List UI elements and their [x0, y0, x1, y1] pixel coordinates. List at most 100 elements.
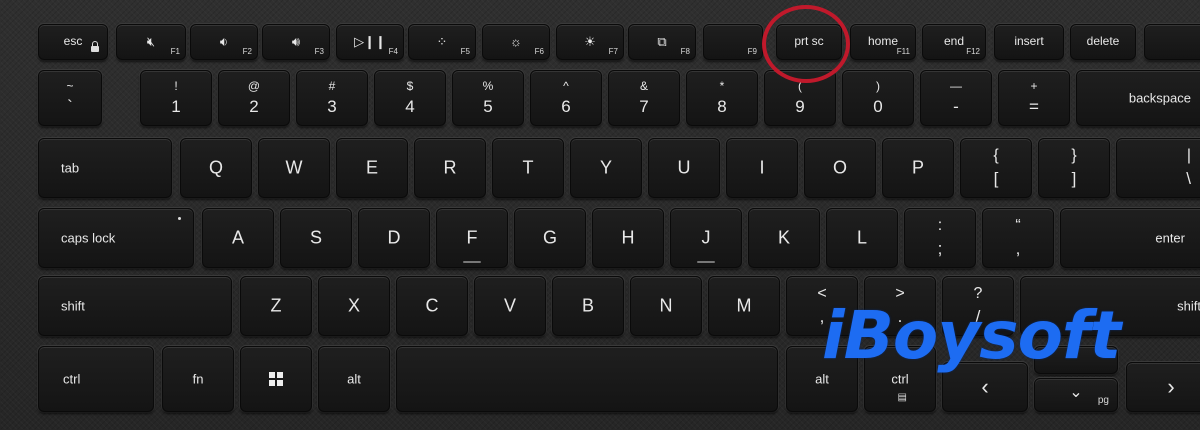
- alt-right-key[interactable]: alt: [786, 346, 858, 412]
- digit-3-label: 3: [327, 97, 337, 116]
- f2-key[interactable]: 🔉︎ F2: [190, 24, 258, 60]
- key-o[interactable]: O: [804, 138, 876, 198]
- key-4[interactable]: $ 4: [374, 70, 446, 126]
- tab-label: tab: [61, 160, 80, 176]
- quote-key[interactable]: “ ‚: [982, 208, 1054, 268]
- minus-key[interactable]: — -: [920, 70, 992, 126]
- j-label: J: [701, 227, 711, 248]
- key-k[interactable]: K: [748, 208, 820, 268]
- arrow-up-key[interactable]: [1034, 346, 1118, 374]
- key-j[interactable]: J: [670, 208, 742, 268]
- ctrl-right-key[interactable]: ctrl ▤: [864, 346, 936, 412]
- digit-2-label: 2: [249, 97, 259, 116]
- key-t[interactable]: T: [492, 138, 564, 198]
- key-s[interactable]: S: [280, 208, 352, 268]
- b-label: B: [581, 295, 594, 316]
- end-key[interactable]: end F12: [922, 24, 986, 60]
- ampersand-label: &: [639, 79, 648, 93]
- f7-key[interactable]: ☀ F7: [556, 24, 624, 60]
- key-b[interactable]: B: [552, 276, 624, 336]
- key-g[interactable]: G: [514, 208, 586, 268]
- key-r[interactable]: R: [414, 138, 486, 198]
- digit-9-label: 9: [795, 97, 805, 116]
- f4-key[interactable]: ▷❙❙ F4: [336, 24, 404, 60]
- arrow-right-icon: ›: [1167, 374, 1175, 399]
- key-c[interactable]: C: [396, 276, 468, 336]
- backspace-key[interactable]: backspace: [1076, 70, 1200, 126]
- semicolon-key[interactable]: : ;: [904, 208, 976, 268]
- key-2[interactable]: @ 2: [218, 70, 290, 126]
- key-h[interactable]: H: [592, 208, 664, 268]
- key-v[interactable]: V: [474, 276, 546, 336]
- slash-key[interactable]: ? /: [942, 276, 1014, 336]
- arrow-right-key[interactable]: ›: [1126, 362, 1200, 412]
- delete-key[interactable]: delete: [1070, 24, 1136, 60]
- key-3[interactable]: # 3: [296, 70, 368, 126]
- key-6[interactable]: ^ 6: [530, 70, 602, 126]
- greater-than-label: >: [895, 285, 905, 302]
- shift-right-label: shift: [1177, 298, 1200, 314]
- key-i[interactable]: I: [726, 138, 798, 198]
- key-f[interactable]: F: [436, 208, 508, 268]
- ctrl-left-key[interactable]: ctrl: [38, 346, 154, 412]
- key-5[interactable]: % 5: [452, 70, 524, 126]
- tab-key[interactable]: tab: [38, 138, 172, 198]
- key-q[interactable]: Q: [180, 138, 252, 198]
- backslash-key[interactable]: | \: [1116, 138, 1200, 198]
- key-8[interactable]: * 8: [686, 70, 758, 126]
- comma-key[interactable]: < ,: [786, 276, 858, 336]
- key-m[interactable]: M: [708, 276, 780, 336]
- key-7[interactable]: & 7: [608, 70, 680, 126]
- key-w[interactable]: W: [258, 138, 330, 198]
- ctrl-right-label: ctrl: [891, 371, 909, 387]
- shift-right-key[interactable]: shift: [1020, 276, 1200, 336]
- exclaim-label: !: [174, 79, 178, 93]
- key-e[interactable]: E: [336, 138, 408, 198]
- key-y[interactable]: Y: [570, 138, 642, 198]
- f3-key[interactable]: 🔊︎ F3: [262, 24, 330, 60]
- bracket-open-key[interactable]: { [: [960, 138, 1032, 198]
- spacebar[interactable]: [396, 346, 778, 412]
- f6-key[interactable]: ☼ F6: [482, 24, 550, 60]
- shift-left-key[interactable]: shift: [38, 276, 232, 336]
- arrow-down-key[interactable]: ⌄ pg: [1034, 378, 1118, 412]
- enter-key[interactable]: enter: [1060, 208, 1200, 268]
- key-0[interactable]: ) 0: [842, 70, 914, 126]
- key-1[interactable]: ! 1: [140, 70, 212, 126]
- alt-left-key[interactable]: alt: [318, 346, 390, 412]
- fn-key[interactable]: fn: [162, 346, 234, 412]
- home-key[interactable]: home F11: [850, 24, 916, 60]
- minus-label: -: [953, 97, 959, 116]
- key-z[interactable]: Z: [240, 276, 312, 336]
- x-label: X: [347, 295, 360, 316]
- key-d[interactable]: D: [358, 208, 430, 268]
- caps-lock-key[interactable]: caps lock: [38, 208, 194, 268]
- less-than-label: <: [817, 285, 827, 302]
- f8-key[interactable]: ⧉ F8: [628, 24, 696, 60]
- key-u[interactable]: U: [648, 138, 720, 198]
- f5-key[interactable]: ⁘ F5: [408, 24, 476, 60]
- key-p[interactable]: P: [882, 138, 954, 198]
- esc-key[interactable]: esc: [38, 24, 108, 60]
- delete-label: delete: [1086, 34, 1120, 48]
- key-l[interactable]: L: [826, 208, 898, 268]
- key-n[interactable]: N: [630, 276, 702, 336]
- key-9[interactable]: ( 9: [764, 70, 836, 126]
- prt-sc-key[interactable]: prt sc: [776, 24, 842, 60]
- key-x[interactable]: X: [318, 276, 390, 336]
- bracket-close-key[interactable]: } ]: [1038, 138, 1110, 198]
- windows-key[interactable]: [240, 346, 312, 412]
- d-label: D: [387, 227, 401, 248]
- power-key[interactable]: [1144, 24, 1200, 60]
- f2-label: F2: [242, 47, 252, 56]
- period-key[interactable]: > .: [864, 276, 936, 336]
- f9-key[interactable]: F9: [703, 24, 763, 60]
- equals-key[interactable]: + =: [998, 70, 1070, 126]
- tilde-key[interactable]: ~ `: [38, 70, 102, 126]
- insert-key[interactable]: insert: [994, 24, 1064, 60]
- ctrl-left-label: ctrl: [63, 371, 81, 387]
- y-label: Y: [599, 157, 612, 178]
- arrow-left-key[interactable]: ‹: [942, 362, 1028, 412]
- key-a[interactable]: A: [202, 208, 274, 268]
- f1-key[interactable]: 🔇︎ F1: [116, 24, 186, 60]
